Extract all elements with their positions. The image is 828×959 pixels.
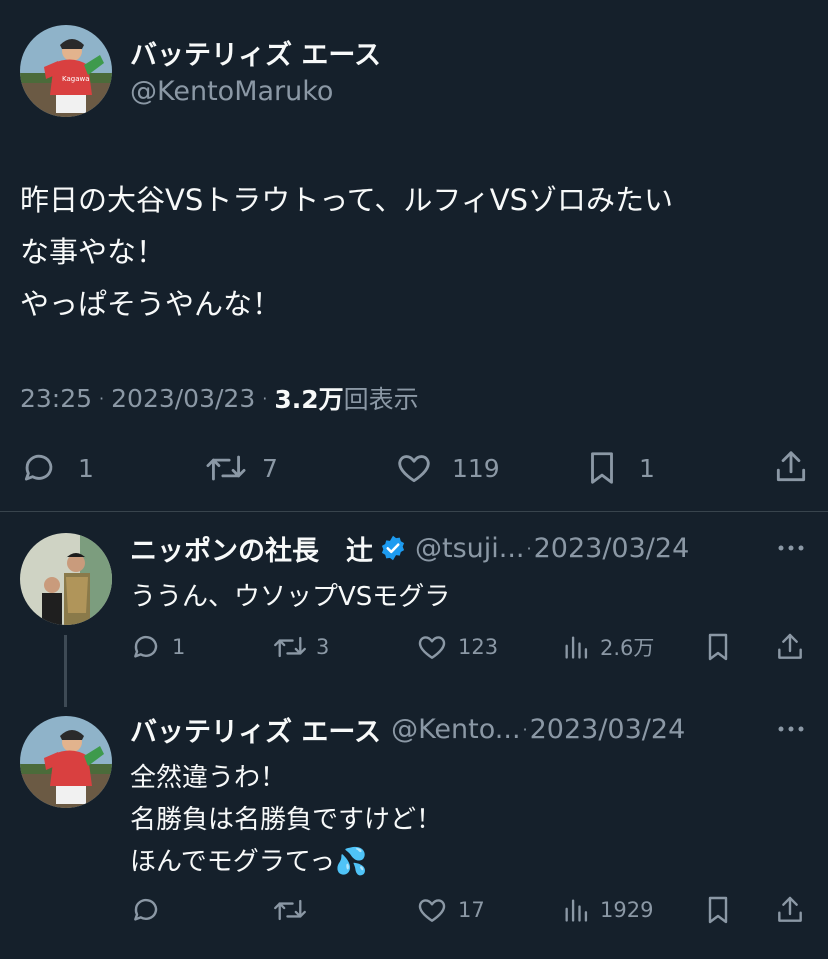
reply-1-retweet-count: 3 — [316, 635, 330, 659]
reply-1-header: ニッポンの社長 辻 @tsuji... · 2023/03/24 — [130, 529, 690, 568]
bar-chart-icon — [562, 895, 590, 925]
reply-1-share-button[interactable] — [774, 631, 806, 667]
heart-icon — [394, 449, 434, 487]
reply-1-text: ううん、ウソップVSモグラ — [130, 582, 451, 612]
share-button[interactable] — [772, 448, 810, 490]
heart-icon — [416, 631, 448, 663]
reply-1-author-name[interactable]: ニッポンの社長 辻 — [130, 529, 373, 568]
bookmark-icon — [704, 631, 732, 663]
reply-2-line-2: 名勝負は名勝負ですけど！ — [130, 805, 443, 835]
reply-1-views-count: 2.6万 — [600, 636, 655, 660]
main-author-handle[interactable]: @KentoMaruko — [130, 76, 333, 107]
more-dots-icon — [776, 721, 806, 737]
retweet-arrows-icon — [204, 449, 248, 487]
bookmark-icon — [585, 449, 619, 487]
reply-1-bookmark-button[interactable] — [704, 631, 732, 667]
retweet-arrows-icon — [272, 894, 308, 926]
share-upload-icon — [772, 448, 810, 486]
retweet-button[interactable]: 7 — [204, 448, 278, 488]
main-tweet-line-2: な事やな！ — [20, 235, 166, 269]
reply-2-retweet-button[interactable] — [272, 894, 316, 926]
reply-2-views-count: 1929 — [600, 898, 654, 922]
tweet-meta: 23:25 · 2023/03/23 · 3.2万 回表示 — [20, 380, 419, 416]
share-upload-icon — [774, 894, 806, 926]
reply-1-separator: · — [526, 538, 532, 558]
views-count[interactable]: 3.2万 — [274, 380, 343, 416]
reply-1-reply-button[interactable]: 1 — [130, 631, 185, 663]
reply-2-more-button[interactable] — [776, 721, 806, 741]
reply-2-separator: · — [522, 719, 528, 739]
main-author-name[interactable]: バッテリィズ エース — [130, 33, 381, 72]
tweet-time[interactable]: 23:25 — [20, 384, 92, 413]
bar-chart-icon — [562, 632, 590, 662]
reply-1-reply-count: 1 — [172, 635, 186, 659]
meta-separator: · — [99, 388, 105, 408]
reply-1-like-button[interactable]: 123 — [416, 631, 498, 663]
reply-2-share-button[interactable] — [774, 894, 806, 930]
speech-bubble-icon — [130, 631, 162, 663]
like-count: 119 — [452, 453, 500, 483]
reply-2-avatar[interactable] — [20, 716, 112, 808]
meta-separator: · — [262, 388, 268, 408]
divider — [0, 511, 828, 512]
reply-1-date[interactable]: 2023/03/24 — [534, 533, 690, 564]
reply-button[interactable]: 1 — [20, 448, 94, 488]
reply-2-bookmark-button[interactable] — [704, 894, 732, 930]
share-upload-icon — [774, 631, 806, 663]
main-tweet-line-3: やっぱそうやんな！ — [20, 287, 282, 321]
thread-connector-line — [64, 635, 67, 707]
views-label: 回表示 — [343, 385, 419, 414]
reply-2-date[interactable]: 2023/03/24 — [530, 714, 686, 745]
tweet-date[interactable]: 2023/03/23 — [111, 384, 255, 413]
bookmark-icon — [704, 894, 732, 926]
reply-count: 1 — [78, 453, 94, 483]
reply-1-more-button[interactable] — [776, 540, 806, 560]
main-tweet-line-1: 昨日の大谷VSトラウトって、ルフィVSゾロみたい — [20, 183, 674, 217]
speech-bubble-icon — [20, 449, 58, 487]
reply-2-author-name[interactable]: バッテリィズ エース — [130, 710, 381, 749]
reply-2-views-button[interactable]: 1929 — [562, 894, 653, 926]
reply-1-like-count: 123 — [458, 635, 499, 659]
reply-2-line-3: ほんでモグラてっ💦 — [130, 847, 368, 877]
reply-2-reply-button[interactable] — [130, 894, 172, 926]
reply-1-avatar[interactable] — [20, 533, 112, 625]
bookmark-count: 1 — [639, 453, 655, 483]
heart-icon — [416, 894, 448, 926]
reply-2-like-count: 17 — [458, 898, 485, 922]
main-author-avatar[interactable]: Kagawa — [20, 25, 112, 117]
svg-text:Kagawa: Kagawa — [62, 75, 90, 83]
retweet-arrows-icon — [272, 631, 308, 663]
retweet-count: 7 — [262, 453, 278, 483]
reply-2-line-1: 全然違うわ！ — [130, 763, 287, 793]
more-dots-icon — [776, 540, 806, 556]
reply-1-retweet-button[interactable]: 3 — [272, 631, 329, 663]
bookmark-button[interactable]: 1 — [585, 448, 655, 488]
reply-1-author-handle[interactable]: @tsuji... — [415, 533, 525, 564]
reply-2-author-handle[interactable]: @Kento... — [391, 714, 520, 745]
like-button[interactable]: 119 — [394, 448, 500, 488]
reply-2-header: バッテリィズ エース @Kento... · 2023/03/24 — [130, 710, 686, 749]
speech-bubble-icon — [130, 894, 162, 926]
verified-badge-icon — [379, 534, 407, 562]
reply-2-like-button[interactable]: 17 — [416, 894, 485, 926]
reply-1-views-button[interactable]: 2.6万 — [562, 631, 654, 663]
